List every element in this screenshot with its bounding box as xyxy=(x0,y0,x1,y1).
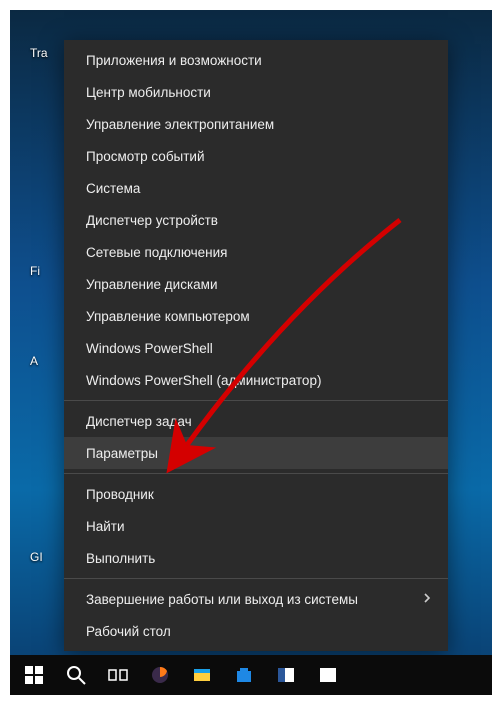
menu-item-label: Рабочий стол xyxy=(86,624,171,639)
start-button[interactable] xyxy=(14,655,54,695)
menu-item-event-viewer[interactable]: Просмотр событий xyxy=(64,140,448,172)
desktop-icon-label: A xyxy=(30,354,38,368)
desktop-icon-label: GI xyxy=(30,550,43,564)
menu-item-label: Выполнить xyxy=(86,551,155,566)
taskbar-task-view-button[interactable] xyxy=(98,655,138,695)
windows-icon xyxy=(24,665,44,685)
menu-item-label: Диспетчер задач xyxy=(86,414,192,429)
menu-item-computer-management[interactable]: Управление компьютером xyxy=(64,300,448,332)
firefox-icon xyxy=(150,665,170,685)
desktop: Tra Fi A GI Приложения и возможности Цен… xyxy=(10,10,492,695)
menu-item-label: Просмотр событий xyxy=(86,149,205,164)
menu-item-label: Центр мобильности xyxy=(86,85,211,100)
search-icon xyxy=(66,665,86,685)
menu-item-label: Проводник xyxy=(86,487,154,502)
menu-item-label: Windows PowerShell xyxy=(86,341,213,356)
menu-item-device-manager[interactable]: Диспетчер устройств xyxy=(64,204,448,236)
taskbar-pinned-app[interactable] xyxy=(308,655,348,695)
menu-item-run[interactable]: Выполнить xyxy=(64,542,448,574)
menu-item-apps-features[interactable]: Приложения и возможности xyxy=(64,44,448,76)
menu-item-label: Сетевые подключения xyxy=(86,245,228,260)
menu-separator xyxy=(64,578,448,579)
file-explorer-icon xyxy=(192,665,212,685)
taskbar-pinned-app[interactable] xyxy=(140,655,180,695)
chevron-right-icon xyxy=(422,592,432,606)
taskbar xyxy=(10,655,492,695)
menu-item-desktop[interactable]: Рабочий стол xyxy=(64,615,448,647)
taskbar-pinned-app[interactable] xyxy=(182,655,222,695)
menu-item-settings[interactable]: Параметры xyxy=(64,437,448,469)
menu-item-label: Windows PowerShell (администратор) xyxy=(86,373,321,388)
menu-separator xyxy=(64,473,448,474)
desktop-icon-label: Fi xyxy=(30,264,40,278)
menu-item-search[interactable]: Найти xyxy=(64,510,448,542)
menu-item-label: Управление дисками xyxy=(86,277,218,292)
menu-item-mobility-center[interactable]: Центр мобильности xyxy=(64,76,448,108)
taskbar-search-button[interactable] xyxy=(56,655,96,695)
menu-item-label: Параметры xyxy=(86,446,158,461)
store-icon xyxy=(234,665,254,685)
menu-item-system[interactable]: Система xyxy=(64,172,448,204)
menu-item-label: Управление компьютером xyxy=(86,309,250,324)
app-icon xyxy=(318,665,338,685)
menu-item-label: Найти xyxy=(86,519,125,534)
menu-item-label: Диспетчер устройств xyxy=(86,213,218,228)
taskbar-pinned-app[interactable] xyxy=(224,655,264,695)
menu-item-label: Система xyxy=(86,181,140,196)
task-view-icon xyxy=(108,665,128,685)
menu-item-label: Приложения и возможности xyxy=(86,53,262,68)
desktop-icon-label: Tra xyxy=(30,46,48,60)
menu-item-label: Управление электропитанием xyxy=(86,117,274,132)
menu-item-powershell-admin[interactable]: Windows PowerShell (администратор) xyxy=(64,364,448,396)
screenshot-stage: Tra Fi A GI Приложения и возможности Цен… xyxy=(0,0,502,705)
menu-separator xyxy=(64,400,448,401)
menu-item-shutdown-signout[interactable]: Завершение работы или выход из системы xyxy=(64,583,448,615)
taskbar-pinned-app[interactable] xyxy=(266,655,306,695)
menu-item-file-explorer[interactable]: Проводник xyxy=(64,478,448,510)
menu-item-network-connections[interactable]: Сетевые подключения xyxy=(64,236,448,268)
menu-item-disk-management[interactable]: Управление дисками xyxy=(64,268,448,300)
word-icon xyxy=(276,665,296,685)
menu-item-powershell[interactable]: Windows PowerShell xyxy=(64,332,448,364)
menu-item-task-manager[interactable]: Диспетчер задач xyxy=(64,405,448,437)
menu-item-power-options[interactable]: Управление электропитанием xyxy=(64,108,448,140)
winx-context-menu: Приложения и возможности Центр мобильнос… xyxy=(64,40,448,651)
menu-item-label: Завершение работы или выход из системы xyxy=(86,592,358,607)
